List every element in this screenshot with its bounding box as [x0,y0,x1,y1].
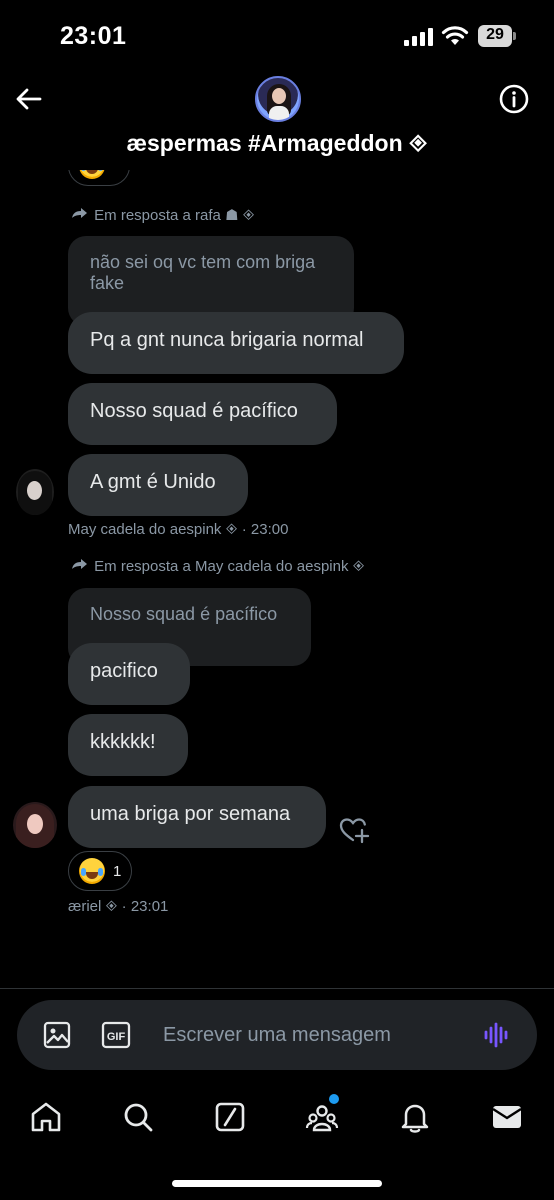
message-input[interactable] [163,1018,463,1052]
search-icon[interactable] [121,1100,155,1134]
avatar[interactable] [16,469,54,515]
reply-label-text: Em resposta a rafa ☗ 🞚 [94,207,255,224]
message-composer: GIF [17,1000,537,1070]
message-bubble[interactable]: kkkkkk! [68,714,188,776]
bottom-navigation [0,1090,554,1150]
composer-divider [0,988,554,989]
message-bubble[interactable]: A gmt é Unido [68,454,248,516]
grok-icon[interactable] [213,1100,247,1134]
reply-arrow-icon [72,208,87,218]
notification-dot [329,1094,339,1104]
message-meta: May cadela do aespink 🞚 · 23:00 [68,521,289,538]
home-indicator[interactable] [172,1180,382,1187]
group-avatar[interactable] [255,76,301,122]
reply-context: Em resposta a May cadela do aespink 🞚 [70,558,365,575]
message-bubble[interactable]: Nosso squad é pacífico [68,383,337,445]
avatar[interactable] [13,802,57,848]
reaction-badge[interactable]: 1 [68,851,133,891]
notifications-icon[interactable] [398,1100,432,1134]
info-icon[interactable] [498,83,530,115]
reaction-count: 1 [113,862,122,880]
joy-emoji-icon [79,858,105,884]
home-icon[interactable] [29,1100,63,1134]
reply-context: Em resposta a rafa ☗ 🞚 [70,206,255,224]
message-bubble[interactable]: Pq a gnt nunca brigaria normal [68,312,404,374]
heart-add-icon[interactable] [338,815,370,845]
conversation-title[interactable]: æspermas #Armageddon 🞚 [0,130,554,157]
communities-icon[interactable] [305,1100,339,1134]
message-bubble[interactable]: pacifico [68,643,190,705]
image-icon[interactable] [43,1021,71,1049]
back-arrow-icon[interactable] [14,84,44,114]
message-bubble[interactable]: uma briga por semana [68,786,326,848]
message-meta: æriel 🞚 · 23:01 [68,898,169,915]
messages-icon[interactable] [490,1100,524,1134]
reply-arrow-icon [72,559,87,569]
reply-label-text: Em resposta a May cadela do aespink 🞚 [94,558,365,575]
gif-icon[interactable]: GIF [101,1021,131,1049]
gif-label: GIF [107,1031,126,1043]
conversation-header: æspermas #Armageddon 🞚 [0,70,554,170]
voice-message-icon[interactable] [483,1021,511,1049]
